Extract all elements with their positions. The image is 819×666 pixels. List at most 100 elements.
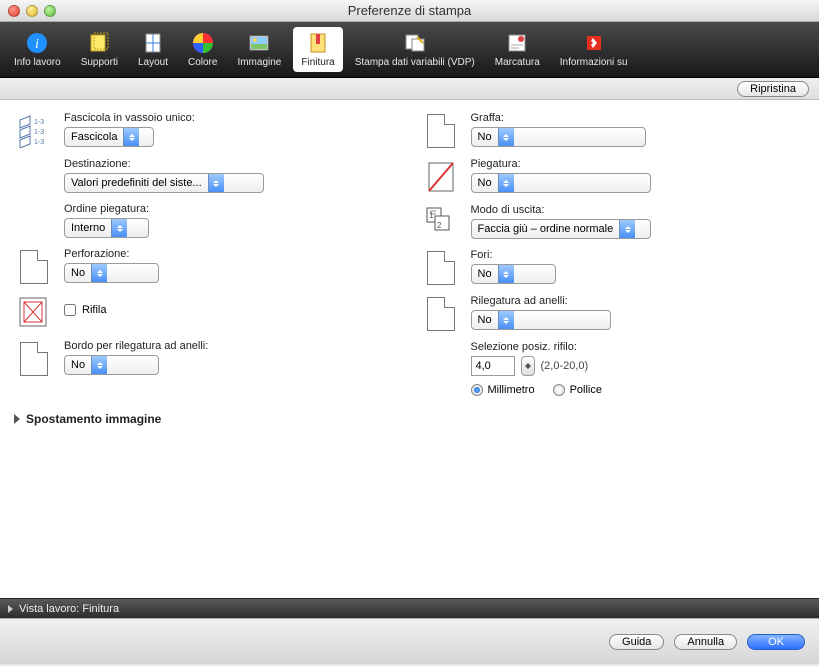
toolbar: i Info lavoro Supporti Layout Colore Imm… [0,22,819,78]
color-icon [191,31,215,55]
rifilo-label: Selezione posiz. rifilo: [471,341,806,353]
chevron-updown-icon [111,219,127,237]
tab-marcatura[interactable]: Marcatura [487,27,548,72]
stamp-icon [505,31,529,55]
fori-label: Fori: [471,249,806,261]
output-mode-icon: 21 [425,206,457,238]
svg-text:1-3: 1-3 [34,129,44,136]
tab-label: Stampa dati variabili (VDP) [355,57,475,68]
about-icon [582,31,606,55]
disclosure-arrow-icon [14,414,20,424]
rifilo-stepper[interactable] [521,356,535,376]
destinazione-label: Destinazione: [64,158,399,170]
rifilo-range: (2,0-20,0) [541,360,589,372]
page-icon [20,342,48,376]
graffa-label: Graffa: [471,112,806,124]
bordo-select[interactable]: No [64,355,159,375]
chevron-updown-icon [498,128,514,146]
unit-in-label: Pollice [570,384,602,396]
fold-icon [426,160,456,194]
bordo-label: Bordo per rilegatura ad anelli: [64,340,399,352]
chevron-updown-icon [123,128,139,146]
tab-finitura[interactable]: Finitura [293,27,342,72]
disclosure-vista-lavoro[interactable]: Vista lavoro: Finitura [0,598,819,618]
tab-label: Marcatura [495,57,540,68]
tab-supporti[interactable]: Supporti [73,27,126,72]
page-icon [20,250,48,284]
svg-text:1-3: 1-3 [34,139,44,146]
help-button[interactable]: Guida [609,634,664,650]
info-icon: i [25,31,49,55]
perforazione-select[interactable]: No [64,263,159,283]
reset-button[interactable]: Ripristina [737,81,809,97]
rilegatura-label: Rilegatura ad anelli: [471,295,806,307]
chevron-updown-icon [91,356,107,374]
piegatura-label: Piegatura: [471,158,806,170]
cancel-button[interactable]: Annulla [674,634,737,650]
image-icon [247,31,271,55]
radio-on-icon [471,384,483,396]
disclosure-arrow-icon [8,605,13,613]
media-icon [87,31,111,55]
chevron-updown-icon [498,311,514,329]
svg-text:2: 2 [437,221,442,230]
trim-icon [18,296,50,330]
tab-label: Colore [188,57,217,68]
tab-vdp[interactable]: Stampa dati variabili (VDP) [347,27,483,72]
chevron-updown-icon [498,174,514,192]
ok-button[interactable]: OK [747,634,805,650]
vdp-icon [403,31,427,55]
rifila-label: Rifila [82,304,106,316]
tab-label: Immagine [237,57,281,68]
tab-label: Layout [138,57,168,68]
tab-label: Finitura [301,57,334,68]
tab-immagine[interactable]: Immagine [229,27,289,72]
collate-icon: 1-3 1-3 1-3 [18,114,50,148]
chevron-updown-icon [208,174,224,192]
unit-mm-label: Millimetro [488,384,535,396]
finishing-icon [306,31,330,55]
fori-select[interactable]: No [471,264,556,284]
unit-mm-radio[interactable]: Millimetro [471,384,535,396]
ordine-select[interactable]: Interno [64,218,149,238]
rilegatura-select[interactable]: No [471,310,611,330]
unit-in-radio[interactable]: Pollice [553,384,602,396]
piegatura-select[interactable]: No [471,173,651,193]
fascicola-select[interactable]: Fascicola [64,127,154,147]
tab-info-su[interactable]: Informazioni su [552,27,636,72]
destinazione-select[interactable]: Valori predefiniti del siste... [64,173,264,193]
rifilo-input[interactable] [471,356,515,376]
disclosure-label: Spostamento immagine [26,412,161,426]
page-icon [427,251,455,285]
reset-bar: Ripristina [0,78,819,100]
tab-label: Informazioni su [560,57,628,68]
layout-icon [141,31,165,55]
tab-info-lavoro[interactable]: i Info lavoro [6,27,69,72]
rifila-input[interactable] [64,304,76,316]
perforazione-label: Perforazione: [64,248,399,260]
uscita-select[interactable]: Faccia giù – ordine normale [471,219,651,239]
content: 1-3 1-3 1-3 Fascicola in vassoio unico: Fa… [0,100,819,598]
chevron-updown-icon [619,220,635,238]
tab-label: Supporti [81,57,118,68]
page-icon [427,297,455,331]
page-icon [427,114,455,148]
svg-text:1: 1 [429,211,434,220]
chevron-updown-icon [498,265,514,283]
graffa-select[interactable]: No [471,127,646,147]
svg-text:1-3: 1-3 [34,119,44,126]
vista-label: Vista lavoro: Finitura [19,603,119,615]
titlebar: Preferenze di stampa [0,0,819,22]
tab-label: Info lavoro [14,57,61,68]
fascicola-label: Fascicola in vassoio unico: [64,112,399,124]
disclosure-spostamento[interactable]: Spostamento immagine [14,406,805,432]
radio-off-icon [553,384,565,396]
window-title: Preferenze di stampa [0,3,819,18]
tab-colore[interactable]: Colore [180,27,225,72]
uscita-label: Modo di uscita: [471,204,806,216]
rifila-checkbox[interactable]: Rifila [64,304,106,316]
footer: Guida Annulla OK [0,618,819,664]
ordine-label: Ordine piegatura: [64,203,399,215]
chevron-updown-icon [91,264,107,282]
tab-layout[interactable]: Layout [130,27,176,72]
